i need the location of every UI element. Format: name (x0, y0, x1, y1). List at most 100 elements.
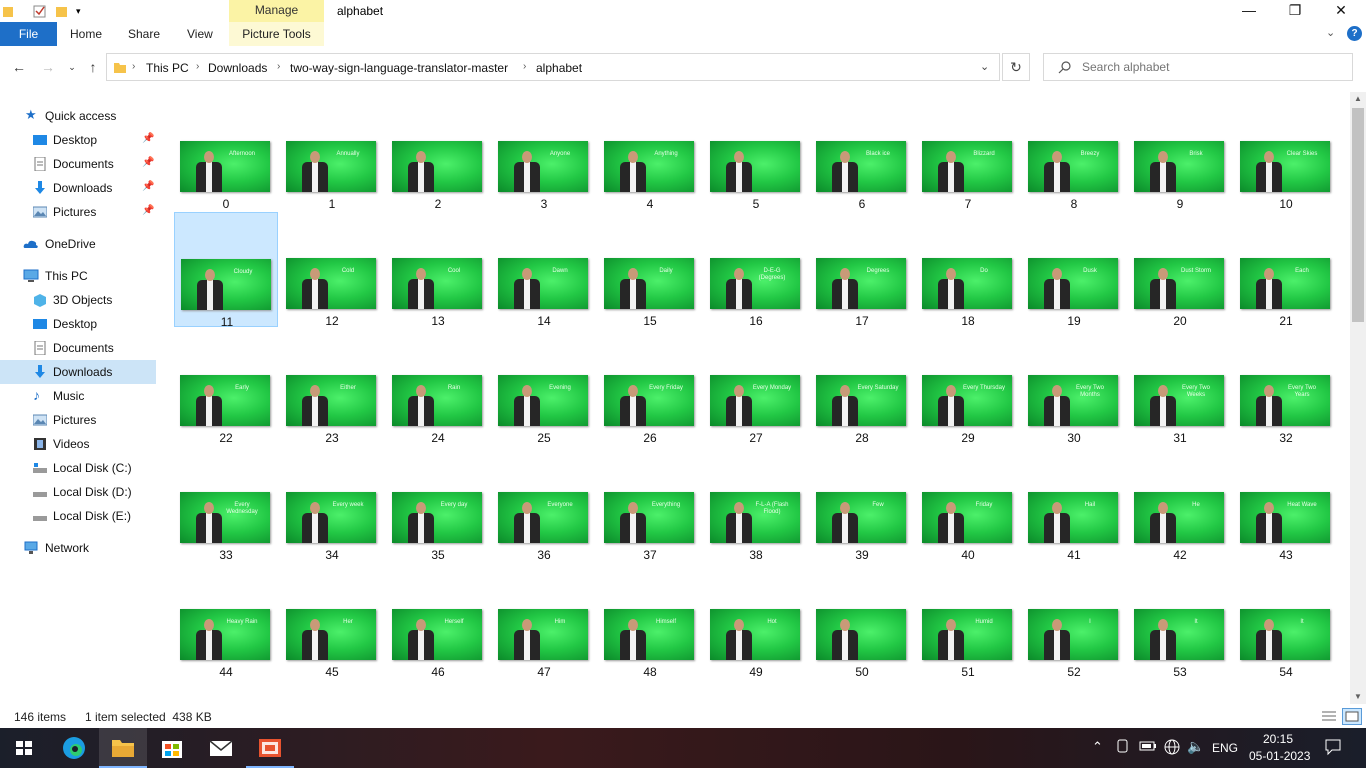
file-item[interactable]: Cool 13 (386, 212, 490, 328)
network-globe-icon[interactable] (1163, 738, 1181, 759)
file-item[interactable]: Hail 41 (1022, 446, 1126, 562)
nav-quick-access[interactable]: ★ Quick access (0, 104, 156, 128)
file-item[interactable]: 5 (704, 95, 808, 211)
file-item[interactable]: Her 45 (280, 563, 384, 679)
file-item[interactable]: Everyone 36 (492, 446, 596, 562)
address-bar[interactable]: › This PC › Downloads › two-way-sign-lan… (106, 53, 1000, 81)
start-button[interactable] (0, 728, 48, 768)
close-button[interactable]: ✕ (1318, 0, 1364, 22)
file-item[interactable]: Hot 49 (704, 563, 808, 679)
breadcrumb-downloads[interactable]: Downloads (208, 61, 267, 75)
file-item[interactable]: Every Two Weeks 31 (1128, 329, 1232, 445)
tab-share[interactable]: Share (128, 22, 160, 46)
nav-3d-objects[interactable]: 3D Objects (0, 288, 156, 312)
nav-documents[interactable]: Documents (0, 336, 156, 360)
nav-quick-downloads[interactable]: Downloads 📌 (0, 176, 156, 200)
volume-icon[interactable]: 🔈 (1187, 738, 1204, 755)
nav-quick-documents[interactable]: Documents 📌 (0, 152, 156, 176)
file-item[interactable]: Every Two Years 32 (1234, 329, 1338, 445)
pin-icon[interactable]: 📌 (142, 205, 154, 216)
tab-view[interactable]: View (187, 22, 213, 46)
file-item[interactable]: Dawn 14 (492, 212, 596, 328)
file-item[interactable]: Daily 15 (598, 212, 702, 328)
scroll-down-icon[interactable]: ▼ (1350, 690, 1366, 704)
file-item[interactable]: Rain 24 (386, 329, 490, 445)
file-item[interactable]: Every day 35 (386, 446, 490, 562)
file-item[interactable]: Degrees 17 (810, 212, 914, 328)
file-item[interactable]: Anyone 3 (492, 95, 596, 211)
pin-icon[interactable]: 📌 (142, 181, 154, 192)
file-item[interactable]: Blizzard 7 (916, 95, 1020, 211)
file-item[interactable]: Every Friday 26 (598, 329, 702, 445)
meet-now-icon[interactable] (1116, 738, 1130, 757)
nav-local-disk-c[interactable]: Local Disk (C:) (0, 456, 156, 480)
tab-picture-tools[interactable]: Picture Tools (229, 22, 324, 46)
file-item[interactable]: Cold 12 (280, 212, 384, 328)
file-item[interactable]: Himself 48 (598, 563, 702, 679)
chevron-right-icon[interactable]: › (196, 61, 199, 72)
nav-pictures[interactable]: Pictures (0, 408, 156, 432)
pin-icon[interactable]: 📌 (142, 157, 154, 168)
file-item[interactable]: Humid 51 (916, 563, 1020, 679)
file-item[interactable]: Few 39 (810, 446, 914, 562)
file-item[interactable]: Every Monday 27 (704, 329, 808, 445)
nav-onedrive[interactable]: OneDrive (0, 232, 156, 256)
chevron-right-icon[interactable]: › (523, 61, 526, 72)
file-item[interactable]: Every Thursday 29 (916, 329, 1020, 445)
file-item[interactable]: Anything 4 (598, 95, 702, 211)
tab-file[interactable]: File (0, 22, 57, 46)
file-item[interactable]: Evening 25 (492, 329, 596, 445)
file-item[interactable]: Clear Skies 10 (1234, 95, 1338, 211)
nav-this-pc[interactable]: This PC (0, 264, 156, 288)
file-item[interactable]: Each 21 (1234, 212, 1338, 328)
breadcrumb-alphabet[interactable]: alphabet (536, 61, 582, 75)
file-item[interactable]: Brisk 9 (1128, 95, 1232, 211)
file-item[interactable]: Either 23 (280, 329, 384, 445)
file-item[interactable]: He 42 (1128, 446, 1232, 562)
breadcrumb-this-pc[interactable]: This PC (146, 61, 189, 75)
file-item[interactable]: Dusk 19 (1022, 212, 1126, 328)
nav-music[interactable]: ♪ Music (0, 384, 156, 408)
folder-icon[interactable] (2, 4, 16, 18)
edge-icon[interactable] (50, 728, 98, 768)
file-item[interactable]: Annually 1 (280, 95, 384, 211)
clock-time[interactable]: 20:15 (1263, 732, 1293, 746)
large-icons-view-icon[interactable] (1342, 708, 1362, 725)
nav-local-disk-d[interactable]: Local Disk (D:) (0, 480, 156, 504)
new-folder-icon[interactable] (55, 4, 69, 18)
file-item[interactable]: It 53 (1128, 563, 1232, 679)
mail-icon[interactable] (197, 728, 245, 768)
file-item[interactable]: Breezy 8 (1022, 95, 1126, 211)
vertical-scrollbar[interactable]: ▲ ▼ (1350, 92, 1366, 704)
language-indicator[interactable]: ENG (1212, 741, 1238, 755)
clock-date[interactable]: 05-01-2023 (1249, 749, 1310, 763)
battery-icon[interactable] (1139, 740, 1157, 755)
file-item[interactable]: 2 (386, 95, 490, 211)
chevron-right-icon[interactable]: › (277, 61, 280, 72)
file-item[interactable]: F-L-A (Flash Flood) 38 (704, 446, 808, 562)
forward-icon[interactable]: → (39, 58, 57, 76)
file-item[interactable]: Do 18 (916, 212, 1020, 328)
file-item[interactable]: Cloudy 11 (174, 212, 278, 329)
file-item[interactable]: Heat Wave 43 (1234, 446, 1338, 562)
details-view-icon[interactable] (1320, 709, 1338, 726)
help-icon[interactable]: ? (1347, 26, 1362, 41)
file-item[interactable]: Dust Storm 20 (1128, 212, 1232, 328)
file-item[interactable]: Afternoon 0 (174, 95, 278, 211)
chevron-right-icon[interactable]: › (132, 61, 135, 72)
file-item[interactable]: Heavy Rain 44 (174, 563, 278, 679)
show-hidden-icons-icon[interactable]: ⌃ (1092, 739, 1103, 755)
file-item[interactable]: Black ice 6 (810, 95, 914, 211)
search-input[interactable] (1082, 58, 1342, 76)
file-item[interactable]: Every week 34 (280, 446, 384, 562)
expand-ribbon-icon[interactable]: ⌄ (1326, 26, 1335, 39)
scrollbar-thumb[interactable] (1352, 108, 1364, 322)
minimize-button[interactable]: — (1226, 0, 1272, 22)
pin-icon[interactable]: 📌 (142, 133, 154, 144)
file-item[interactable]: Every Saturday 28 (810, 329, 914, 445)
file-item[interactable]: Everything 37 (598, 446, 702, 562)
breadcrumb-project[interactable]: two-way-sign-language-translator-master (290, 61, 508, 75)
properties-icon[interactable] (33, 4, 47, 18)
notifications-icon[interactable] (1324, 738, 1342, 759)
scroll-up-icon[interactable]: ▲ (1350, 92, 1366, 106)
